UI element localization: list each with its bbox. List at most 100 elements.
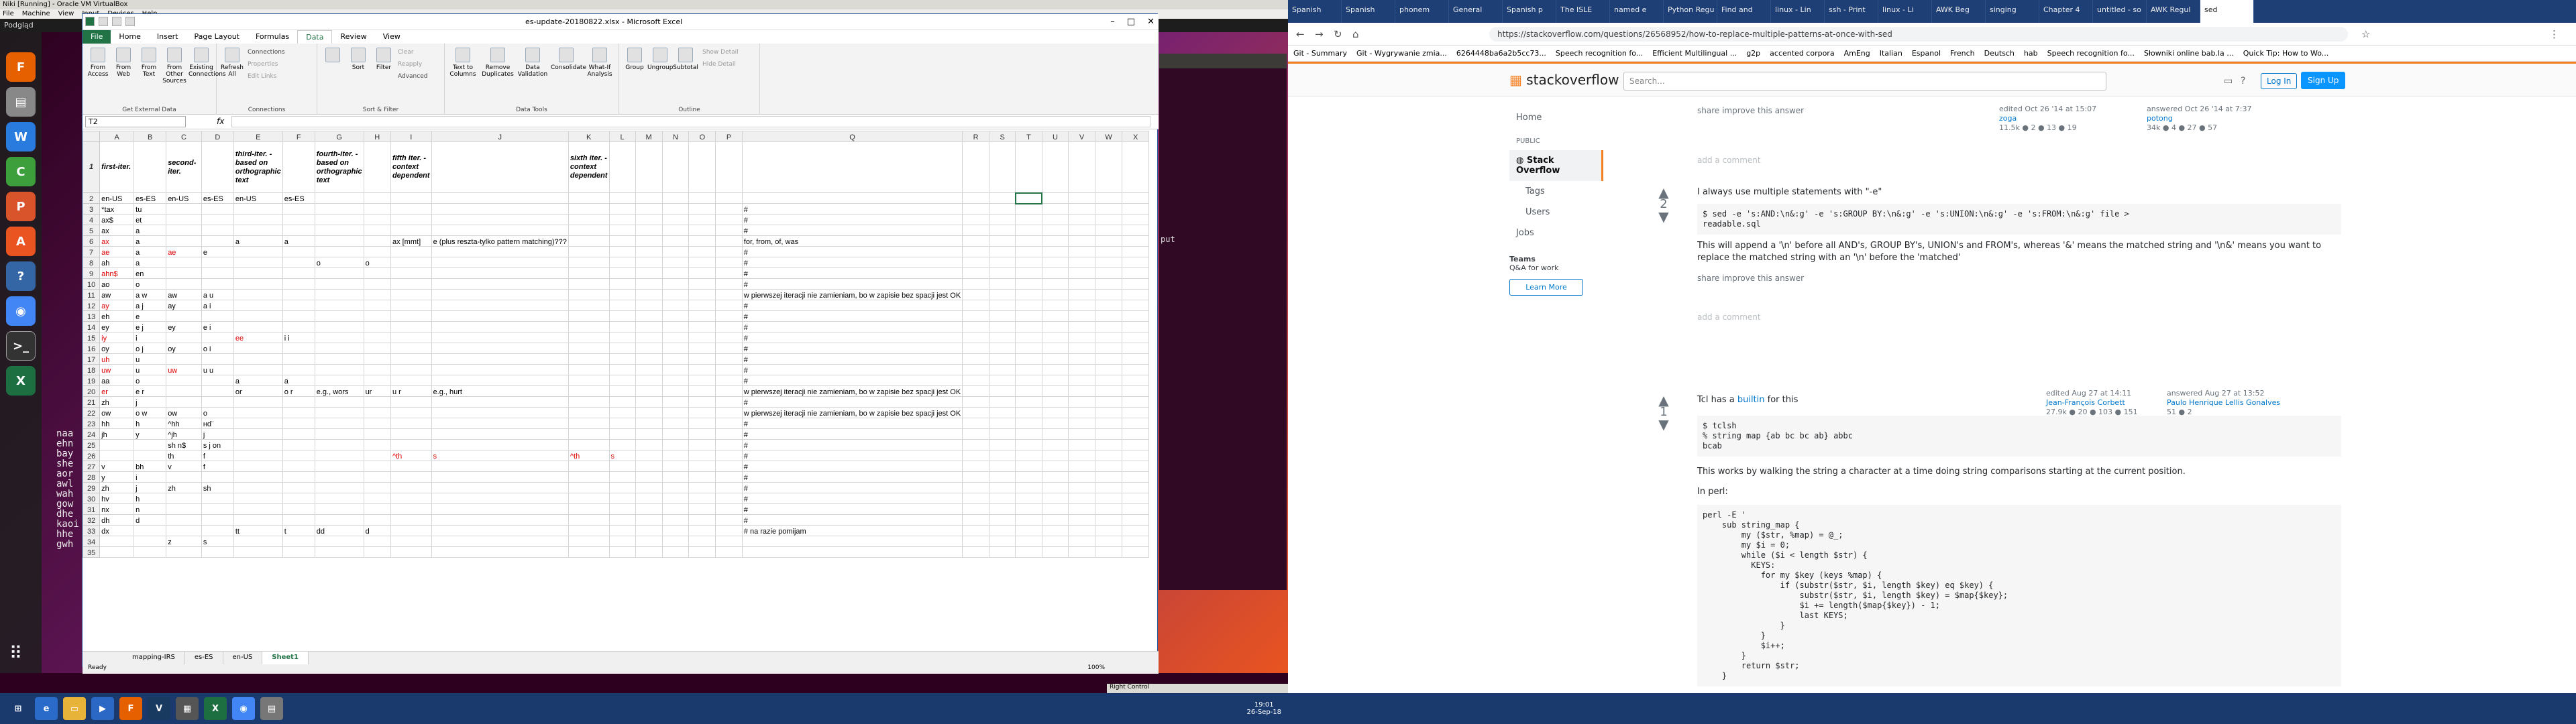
- cell[interactable]: [431, 536, 569, 547]
- column-header[interactable]: E: [233, 131, 283, 142]
- vbox-menu-view[interactable]: View: [58, 10, 74, 18]
- cell[interactable]: [431, 267, 569, 279]
- row-header[interactable]: 5: [83, 225, 101, 236]
- cell[interactable]: [233, 300, 283, 311]
- cell[interactable]: [363, 321, 391, 333]
- remove-duplicates-button[interactable]: Remove Duplicates: [481, 48, 515, 78]
- cell[interactable]: a: [233, 375, 283, 386]
- cell[interactable]: [233, 289, 283, 300]
- cell[interactable]: [715, 525, 743, 536]
- cell[interactable]: [661, 493, 690, 504]
- cell[interactable]: [635, 300, 663, 311]
- cell[interactable]: [233, 461, 283, 472]
- cell[interactable]: [1015, 396, 1042, 408]
- cell[interactable]: [1122, 343, 1149, 354]
- cell[interactable]: [390, 407, 432, 418]
- cell[interactable]: [1094, 235, 1123, 247]
- cell[interactable]: [988, 439, 1016, 450]
- cell[interactable]: [661, 418, 690, 429]
- column-header[interactable]: R: [962, 131, 989, 142]
- cell[interactable]: [1068, 332, 1095, 343]
- cell[interactable]: [314, 278, 364, 290]
- cell[interactable]: [568, 503, 610, 515]
- column-header[interactable]: P: [715, 131, 743, 142]
- zoom-level[interactable]: 100%: [1087, 664, 1105, 671]
- cell[interactable]: [988, 525, 1016, 536]
- cell[interactable]: [988, 235, 1016, 247]
- cell[interactable]: hv: [99, 493, 135, 504]
- cell[interactable]: [568, 343, 610, 354]
- cell[interactable]: [568, 289, 610, 300]
- cell[interactable]: [988, 385, 1016, 397]
- cell[interactable]: [635, 321, 663, 333]
- cell[interactable]: [962, 439, 989, 450]
- redo-icon[interactable]: [125, 17, 135, 26]
- cell[interactable]: [1041, 214, 1069, 225]
- advanced-button[interactable]: Advanced: [398, 73, 427, 80]
- cell[interactable]: [715, 235, 743, 247]
- save-icon[interactable]: [99, 17, 108, 26]
- cell[interactable]: [314, 300, 364, 311]
- minimize-icon[interactable]: –: [1110, 17, 1115, 27]
- cell[interactable]: #: [741, 257, 963, 268]
- row-header[interactable]: 8: [83, 257, 101, 268]
- subtotal-button[interactable]: Subtotal: [673, 48, 698, 71]
- browser-tab[interactable]: Find and: [1717, 0, 1771, 23]
- cell[interactable]: [431, 278, 569, 290]
- cell[interactable]: [635, 503, 663, 515]
- cell[interactable]: [282, 418, 315, 429]
- cell[interactable]: [568, 482, 610, 493]
- cell[interactable]: #: [741, 321, 963, 333]
- cell[interactable]: [962, 289, 989, 300]
- cell[interactable]: [1015, 332, 1042, 343]
- cell[interactable]: [962, 310, 989, 322]
- cell[interactable]: [1094, 525, 1123, 536]
- column-header[interactable]: X: [1122, 131, 1149, 142]
- cell[interactable]: #: [741, 267, 963, 279]
- cell[interactable]: s: [431, 450, 569, 461]
- cell[interactable]: [688, 364, 716, 375]
- cell[interactable]: [1015, 385, 1042, 397]
- cell[interactable]: [962, 375, 989, 386]
- cell[interactable]: [568, 278, 610, 290]
- row-header[interactable]: 9: [83, 267, 101, 279]
- cell[interactable]: [1122, 192, 1149, 204]
- cell[interactable]: [688, 418, 716, 429]
- cell[interactable]: [608, 439, 636, 450]
- cell[interactable]: [988, 428, 1016, 440]
- cell[interactable]: [1015, 343, 1042, 354]
- cell[interactable]: [1041, 225, 1069, 236]
- from-text-button[interactable]: From Text: [136, 48, 162, 78]
- so-search-input[interactable]: Search...: [1623, 72, 2106, 90]
- cell[interactable]: [688, 482, 716, 493]
- cell[interactable]: [962, 407, 989, 418]
- cell[interactable]: e i: [201, 321, 234, 333]
- bookmark-star-icon[interactable]: ☆: [2361, 28, 2370, 40]
- header-cell[interactable]: fourth-iter. - based on orthographic tex…: [314, 141, 364, 193]
- cell[interactable]: [390, 214, 432, 225]
- header-cell[interactable]: third-iter. - based on orthographic text: [233, 141, 283, 193]
- cell[interactable]: [390, 332, 432, 343]
- chrome-icon[interactable]: ◉: [232, 697, 255, 720]
- cell[interactable]: [715, 514, 743, 526]
- cell[interactable]: f: [201, 450, 234, 461]
- cell[interactable]: [635, 493, 663, 504]
- cell[interactable]: [1041, 525, 1069, 536]
- column-header[interactable]: J: [431, 131, 569, 142]
- cell[interactable]: iy: [99, 332, 135, 343]
- cell[interactable]: [390, 514, 432, 526]
- cell[interactable]: [431, 375, 569, 386]
- cell[interactable]: [390, 343, 432, 354]
- cell[interactable]: [1068, 428, 1095, 440]
- tab-insert[interactable]: Insert: [149, 30, 186, 44]
- cell[interactable]: [1094, 300, 1123, 311]
- bookmark[interactable]: Deutsch: [1984, 49, 2015, 58]
- sheet-tab-es-es[interactable]: es-ES: [185, 652, 223, 664]
- cell[interactable]: [715, 289, 743, 300]
- cell[interactable]: [1015, 321, 1042, 333]
- cell[interactable]: [568, 192, 610, 204]
- cell[interactable]: es-ES: [201, 192, 234, 204]
- cell[interactable]: [363, 471, 391, 483]
- header-cell[interactable]: [988, 141, 1016, 193]
- cell[interactable]: [715, 418, 743, 429]
